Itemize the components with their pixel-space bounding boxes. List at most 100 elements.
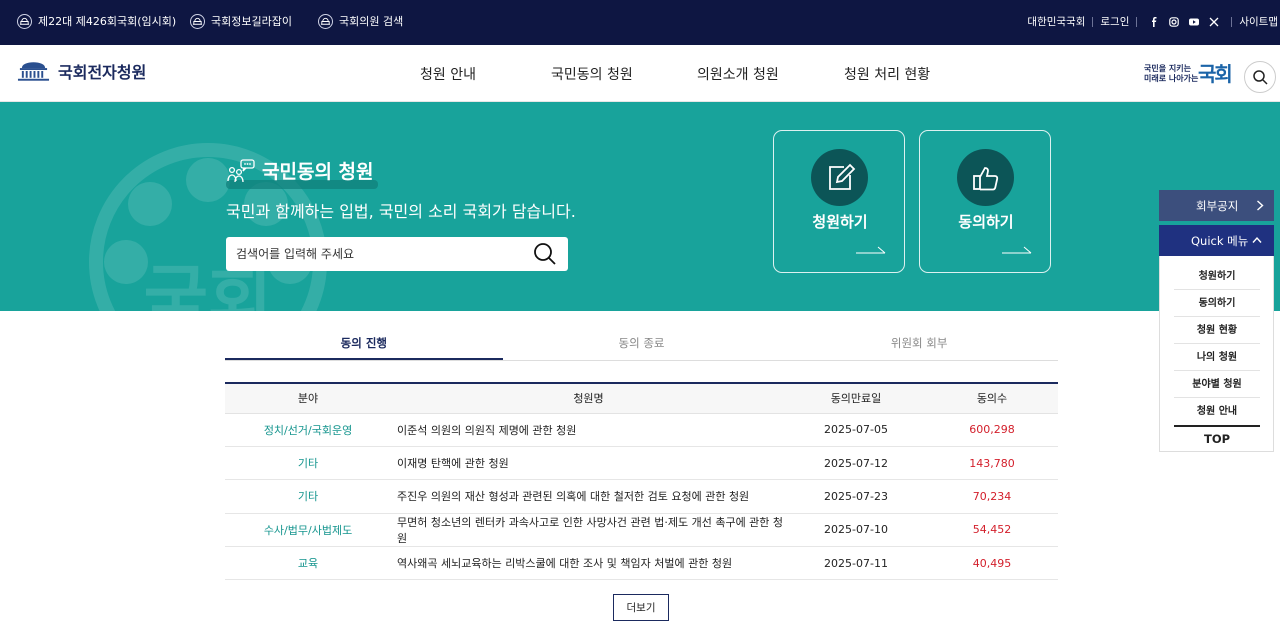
row-category: 정치/선거/국회운영: [225, 413, 391, 447]
slogan-line-2: 미래로 나아가는: [1144, 74, 1199, 83]
quick-item-my-petitions[interactable]: 나의 청원: [1174, 344, 1260, 371]
quick-item-by-category[interactable]: 분야별 청원: [1174, 371, 1260, 398]
row-category: 수사/법무/사법제도: [225, 513, 391, 548]
topbar-link-label: 국회정보길라잡이: [211, 15, 292, 28]
card-label: 동의하기: [958, 213, 1014, 231]
divider: [1136, 16, 1138, 27]
table-header-row: 분야 청원명 동의만료일 동의수: [225, 383, 1058, 414]
quick-menu-toggle[interactable]: Quick 메뉴: [1159, 225, 1274, 256]
quick-menu-list: 청원하기 동의하기 청원 현황 나의 청원 분야별 청원 청원 안내 TOP: [1159, 256, 1274, 452]
row-count: 54,452: [926, 513, 1058, 548]
row-count: 143,780: [926, 446, 1058, 481]
row-title-link[interactable]: 역사왜곡 세뇌교육하는 리박스쿨에 대한 조사 및 책임자 처벌에 관한 청원: [391, 546, 786, 581]
card-icon-circle: [811, 149, 868, 206]
table-row[interactable]: 수사/법무/사법제도 무면허 청소년의 렌터카 과속사고로 인한 사망사건 관련…: [225, 513, 1058, 548]
chevron-right-icon: [1257, 200, 1264, 211]
row-end-date: 2025-07-10: [786, 513, 926, 548]
row-category: 기타: [225, 446, 391, 481]
table-row[interactable]: 교육 역사왜곡 세뇌교육하는 리박스쿨에 대한 조사 및 책임자 처벌에 관한 …: [225, 546, 1058, 581]
assembly-emblem-icon: [318, 13, 333, 29]
table-row[interactable]: 기타 주진우 의원의 재산 형성과 관련된 의혹에 대한 철저한 검토 요청에 …: [225, 479, 1058, 514]
tab-committee-referral[interactable]: 위원회 회부: [780, 322, 1058, 360]
quick-item-create-petition[interactable]: 청원하기: [1174, 263, 1260, 290]
petition-consent-card[interactable]: 동의하기: [919, 130, 1051, 273]
petition-create-card[interactable]: 청원하기: [773, 130, 905, 273]
sitemap-link[interactable]: 사이트맵: [1239, 14, 1278, 29]
row-category: 교육: [225, 546, 391, 581]
card-label: 청원하기: [812, 213, 868, 231]
logo-text: 국회전자청원: [58, 63, 147, 82]
header-count: 동의수: [926, 383, 1058, 414]
quick-item-consent[interactable]: 동의하기: [1174, 290, 1260, 317]
nav-member-referral-petition[interactable]: 의원소개 청원: [697, 64, 779, 84]
assembly-building-icon: [17, 62, 50, 81]
hero-banner: 국회 국민동의 청원 국민과 함께하는 입법, 국민의 소리 국회가 담습니다.…: [0, 102, 1280, 311]
topbar-right: 대한민국국회 로그인 사이트맵: [1027, 14, 1280, 29]
row-end-date: 2025-07-12: [786, 446, 926, 481]
more-button[interactable]: 더보기: [613, 594, 669, 621]
search-icon[interactable]: [533, 242, 557, 266]
row-count: 40,495: [926, 546, 1058, 581]
topbar-link-member-search[interactable]: 국회의원 검색: [318, 13, 403, 29]
topbar-link-label: 국회의원 검색: [339, 15, 404, 28]
people-speech-icon: [227, 158, 255, 182]
row-count: 70,234: [926, 479, 1058, 514]
link-national-assembly[interactable]: 대한민국국회: [1027, 14, 1085, 29]
nav-petition-guide[interactable]: 청원 안내: [420, 64, 476, 84]
youtube-icon[interactable]: [1186, 15, 1202, 29]
referral-notice-label: 회부공지: [1196, 198, 1239, 213]
row-count: 600,298: [926, 413, 1058, 447]
utility-bar: 제22대 제426회국회(임시회) 국회정보길라잡이 국회의원 검색 대한민국국…: [0, 0, 1280, 45]
assembly-emblem-icon: [17, 13, 32, 29]
card-icon-circle: [957, 149, 1014, 206]
row-title-link[interactable]: 무면허 청소년의 렌터카 과속사고로 인한 사망사건 관련 법·제도 개선 촉구…: [391, 513, 786, 548]
header-end-date: 동의만료일: [786, 383, 926, 414]
row-title-link[interactable]: 주진우 의원의 재산 형성과 관련된 의혹에 대한 철저한 검토 요청에 관한 …: [391, 479, 786, 514]
main-header: 국회전자청원 청원 안내 국민동의 청원 의원소개 청원 청원 처리 현황 국민…: [0, 45, 1280, 102]
chevron-up-icon: [1252, 236, 1262, 243]
tab-consent-ended[interactable]: 동의 종료: [503, 322, 781, 360]
hero-subtitle: 국민과 함께하는 입법, 국민의 소리 국회가 담습니다.: [226, 202, 576, 221]
header-search-button[interactable]: [1244, 61, 1276, 93]
topbar-link-session[interactable]: 제22대 제426회국회(임시회): [17, 13, 176, 29]
nav-public-consent-petition[interactable]: 국민동의 청원: [551, 64, 633, 84]
row-category: 기타: [225, 479, 391, 514]
hero-title-group: 국민동의 청원: [226, 157, 374, 184]
thumbs-up-icon: [972, 166, 998, 190]
row-end-date: 2025-07-11: [786, 546, 926, 581]
quick-item-guide[interactable]: 청원 안내: [1174, 398, 1260, 425]
slogan-word: 국회: [1198, 62, 1233, 86]
row-end-date: 2025-07-05: [786, 413, 926, 447]
topbar-link-label: 제22대 제426회국회(임시회): [38, 15, 177, 28]
table-row[interactable]: 기타 이재명 탄핵에 관한 청원 2025-07-12 143,780: [225, 446, 1058, 481]
divider: [1231, 16, 1233, 27]
login-link[interactable]: 로그인: [1100, 14, 1129, 29]
tab-consent-in-progress[interactable]: 동의 진행: [225, 322, 503, 360]
assembly-emblem-icon: [190, 13, 205, 29]
slogan-line-1: 국민을 지키는: [1144, 64, 1191, 73]
instagram-icon[interactable]: [1166, 15, 1182, 29]
quick-menu-label: Quick 메뉴: [1191, 233, 1249, 248]
search-input[interactable]: [236, 247, 526, 261]
row-title-link[interactable]: 이준석 의원의 의원직 제명에 관한 청원: [391, 413, 786, 447]
hero-title: 국민동의 청원: [262, 161, 374, 183]
search-icon: [1253, 70, 1268, 85]
row-end-date: 2025-07-23: [786, 479, 926, 514]
table-row[interactable]: 정치/선거/국회운영 이준석 의원의 의원직 제명에 관한 청원 2025-07…: [225, 413, 1058, 447]
petition-tabs: 동의 진행 동의 종료 위원회 회부: [225, 322, 1058, 361]
topbar-link-guide[interactable]: 국회정보길라잡이: [190, 13, 292, 29]
pen-icon: [828, 163, 855, 190]
arrow-right-icon: [856, 246, 886, 254]
site-logo[interactable]: 국회전자청원: [17, 59, 146, 83]
header-title: 청원명: [391, 383, 786, 414]
header-category: 분야: [225, 383, 391, 414]
referral-notice-button[interactable]: 회부공지: [1159, 190, 1274, 221]
scroll-top-button[interactable]: TOP: [1174, 425, 1260, 451]
row-title-link[interactable]: 이재명 탄핵에 관한 청원: [391, 446, 786, 481]
nav-petition-status[interactable]: 청원 처리 현황: [844, 64, 930, 84]
hero-search-box: [226, 237, 568, 271]
x-icon[interactable]: [1206, 15, 1222, 29]
facebook-icon[interactable]: [1146, 15, 1162, 29]
arrow-right-icon: [1002, 246, 1032, 254]
quick-item-status[interactable]: 청원 현황: [1174, 317, 1260, 344]
